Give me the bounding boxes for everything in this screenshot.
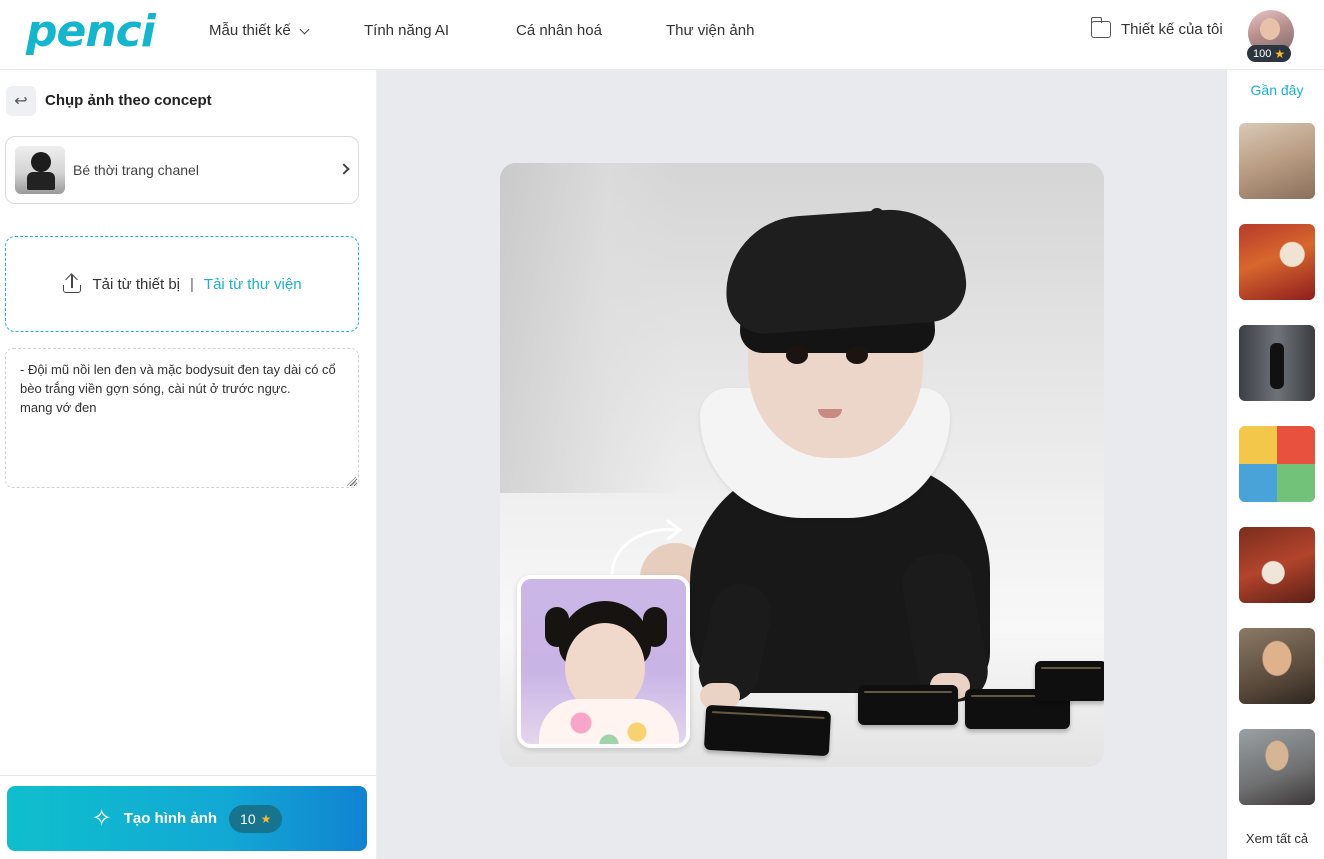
generate-label: Tạo hình ảnh [123, 810, 218, 827]
recent-thumbnail[interactable] [1239, 123, 1315, 199]
penci-logo[interactable]: penci [26, 6, 156, 57]
my-designs-link[interactable]: Thiết kế của tôi [1090, 17, 1223, 38]
upload-from-library-link[interactable]: Tải từ thư viện [204, 276, 302, 293]
folder-icon [1090, 17, 1111, 38]
concept-label: Bé thời trang chanel [73, 162, 199, 178]
nav-label: Cá nhân hoá [516, 22, 602, 39]
back-arrow-icon: ↩ [14, 93, 28, 110]
upload-from-device-button[interactable]: Tải từ thiết bị [92, 276, 180, 293]
recent-thumbnail[interactable] [1239, 325, 1315, 401]
generate-image-button[interactable]: ✧ Tạo hình ảnh 10 ★ [7, 786, 367, 851]
generated-preview-image [500, 163, 1104, 767]
nav-label: Tính năng AI [364, 22, 450, 39]
credits-count: 100 [1253, 47, 1272, 60]
star-icon: ★ [260, 811, 272, 826]
recent-sidebar: Gần đây Xem tất cả [1227, 70, 1324, 859]
top-header: penci Mẫu thiết kế Tính năng AI Cá nhân … [0, 0, 1324, 70]
nav-personalize[interactable]: Cá nhân hoá [516, 22, 616, 39]
concept-thumbnail [15, 146, 65, 194]
see-all-link[interactable]: Xem tất cả [1227, 831, 1324, 846]
upload-separator: | [190, 275, 194, 293]
chevron-down-icon [299, 24, 310, 34]
upload-dropzone[interactable]: Tải từ thiết bị | Tải từ thư viện [5, 236, 359, 332]
prompt-textarea[interactable]: - Đội mũ nồi len đen và mặc bodysuit đen… [5, 348, 359, 488]
source-face-image [517, 575, 690, 748]
recent-thumbnail[interactable] [1239, 628, 1315, 704]
resize-handle-icon[interactable] [347, 477, 356, 486]
recent-title: Gần đây [1250, 82, 1304, 98]
upload-icon [62, 273, 82, 294]
chevron-right-icon [338, 163, 350, 175]
cost-badge: 10 ★ [229, 804, 283, 833]
nav-ai-features[interactable]: Tính năng AI [364, 22, 464, 39]
nav-design-templates[interactable]: Mẫu thiết kế [209, 22, 319, 39]
concept-selector[interactable]: Bé thời trang chanel [5, 136, 359, 204]
left-panel: ↩ Chụp ảnh theo concept Bé thời trang ch… [0, 70, 377, 859]
recent-thumbnail[interactable] [1239, 224, 1315, 300]
nav-label: Thư viện ảnh [666, 22, 755, 39]
preview-canvas [377, 70, 1227, 859]
credits-badge: 100 ★ [1247, 45, 1292, 62]
upload-row: Tải từ thiết bị | Tải từ thư viện [62, 273, 302, 294]
nav-photo-library[interactable]: Thư viện ảnh [666, 22, 776, 39]
recent-thumbnail[interactable] [1239, 527, 1315, 603]
cost-value: 10 [240, 810, 256, 827]
sparkle-icon: ✧ [91, 804, 112, 832]
recent-thumbnail[interactable] [1239, 426, 1315, 502]
star-icon: ★ [1274, 46, 1286, 61]
my-designs-label: Thiết kế của tôi [1121, 21, 1223, 38]
footer-divider [0, 775, 377, 776]
back-button[interactable]: ↩ [6, 86, 36, 116]
panel-title: Chụp ảnh theo concept [45, 92, 212, 109]
nav-label: Mẫu thiết kế [209, 22, 291, 39]
recent-thumbnail[interactable] [1239, 729, 1315, 805]
